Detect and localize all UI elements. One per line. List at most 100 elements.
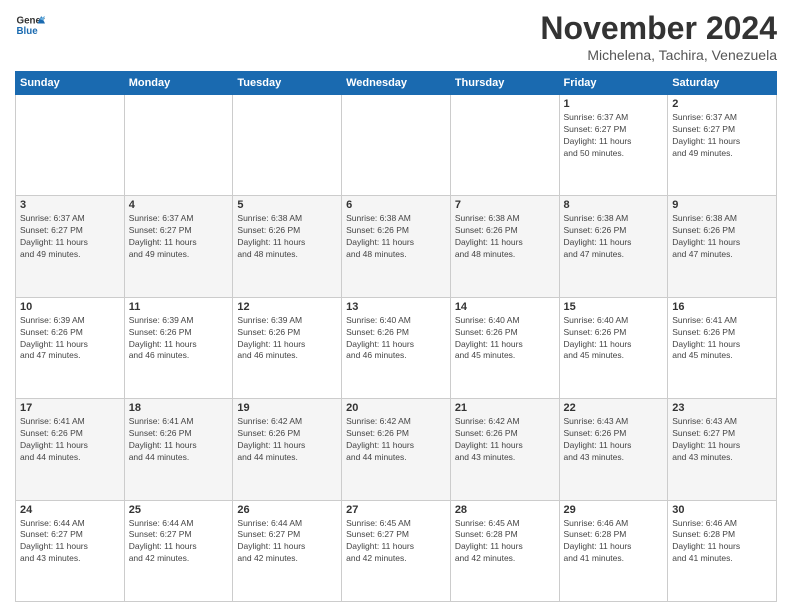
calendar-cell: 22Sunrise: 6:43 AM Sunset: 6:26 PM Dayli… [559,399,668,500]
calendar-row-2: 10 Sunrise: 6:39 AM Sunset: 6:26 PM Dayli… [16,297,777,398]
day-info: Sunrise: 6:38 AM Sunset: 6:26 PM Dayligh… [564,213,664,261]
calendar-cell: 10 Sunrise: 6:39 AM Sunset: 6:26 PM Dayli… [16,297,125,398]
day-number: 28 [455,504,555,516]
day-info: Sunrise: 6:42 AM Sunset: 6:26 PM Dayligh… [346,416,446,464]
calendar-cell: 28 Sunrise: 6:45 AM Sunset: 6:28 PM Dayli… [450,500,559,601]
calendar-cell: 23 Sunrise: 6:43 AM Sunset: 6:27 PM Dayli… [668,399,777,500]
calendar-cell: 30 Sunrise: 6:46 AM Sunset: 6:28 PM Dayli… [668,500,777,601]
day-info: Sunrise: 6:44 AM Sunset: 6:27 PM Dayligh… [20,518,120,566]
day-number: 12 [237,301,337,313]
day-info: Sunrise: 6:43 AM Sunset: 6:27 PM Dayligh… [672,416,772,464]
col-saturday: Saturday [668,72,777,95]
col-tuesday: Tuesday [233,72,342,95]
day-number: 8 [564,199,664,211]
day-number: 11 [129,301,229,313]
calendar-cell: 7 Sunrise: 6:38 AM Sunset: 6:26 PM Daylig… [450,196,559,297]
day-info: Sunrise: 6:43 AM Sunset: 6:26 PM Dayligh… [564,416,664,464]
calendar-cell: 12 Sunrise: 6:39 AM Sunset: 6:26 PM Dayli… [233,297,342,398]
calendar-cell: 25 Sunrise: 6:44 AM Sunset: 6:27 PM Dayli… [124,500,233,601]
calendar-table: Sunday Monday Tuesday Wednesday Thursday… [15,71,777,602]
day-number: 2 [672,98,772,110]
day-info: Sunrise: 6:41 AM Sunset: 6:26 PM Dayligh… [129,416,229,464]
day-number: 5 [237,199,337,211]
day-info: Sunrise: 6:38 AM Sunset: 6:26 PM Dayligh… [455,213,555,261]
day-info: Sunrise: 6:40 AM Sunset: 6:26 PM Dayligh… [346,315,446,363]
calendar-cell: 13 Sunrise: 6:40 AM Sunset: 6:26 PM Dayli… [342,297,451,398]
day-number: 26 [237,504,337,516]
day-info: Sunrise: 6:41 AM Sunset: 6:26 PM Dayligh… [672,315,772,363]
calendar-cell: 16 Sunrise: 6:41 AM Sunset: 6:26 PM Dayli… [668,297,777,398]
day-number: 6 [346,199,446,211]
day-number: 30 [672,504,772,516]
day-number: 17 [20,402,120,414]
day-info: Sunrise: 6:38 AM Sunset: 6:26 PM Dayligh… [346,213,446,261]
calendar-cell [233,95,342,196]
day-info: Sunrise: 6:44 AM Sunset: 6:27 PM Dayligh… [237,518,337,566]
day-info: Sunrise: 6:37 AM Sunset: 6:27 PM Dayligh… [20,213,120,261]
day-number: 16 [672,301,772,313]
day-number: 19 [237,402,337,414]
day-number: 9 [672,199,772,211]
calendar-cell: 21Sunrise: 6:42 AM Sunset: 6:26 PM Dayli… [450,399,559,500]
day-info: Sunrise: 6:38 AM Sunset: 6:26 PM Dayligh… [672,213,772,261]
calendar-row-3: 17 Sunrise: 6:41 AM Sunset: 6:26 PM Dayli… [16,399,777,500]
day-info: Sunrise: 6:37 AM Sunset: 6:27 PM Dayligh… [129,213,229,261]
day-info: Sunrise: 6:39 AM Sunset: 6:26 PM Dayligh… [20,315,120,363]
calendar-cell [342,95,451,196]
calendar-row-0: 1 Sunrise: 6:37 AM Sunset: 6:27 PM Daylig… [16,95,777,196]
day-number: 27 [346,504,446,516]
calendar-cell: 3Sunrise: 6:37 AM Sunset: 6:27 PM Daylig… [16,196,125,297]
col-monday: Monday [124,72,233,95]
day-number: 18 [129,402,229,414]
calendar-cell: 29Sunrise: 6:46 AM Sunset: 6:28 PM Dayli… [559,500,668,601]
day-number: 23 [672,402,772,414]
calendar-cell: 17 Sunrise: 6:41 AM Sunset: 6:26 PM Dayli… [16,399,125,500]
day-info: Sunrise: 6:44 AM Sunset: 6:27 PM Dayligh… [129,518,229,566]
calendar-cell: 26 Sunrise: 6:44 AM Sunset: 6:27 PM Dayli… [233,500,342,601]
calendar-cell: 6 Sunrise: 6:38 AM Sunset: 6:26 PM Daylig… [342,196,451,297]
calendar-row-1: 3Sunrise: 6:37 AM Sunset: 6:27 PM Daylig… [16,196,777,297]
day-info: Sunrise: 6:38 AM Sunset: 6:26 PM Dayligh… [237,213,337,261]
col-wednesday: Wednesday [342,72,451,95]
title-block: November 2024 Michelena, Tachira, Venezu… [540,10,777,63]
day-info: Sunrise: 6:45 AM Sunset: 6:27 PM Dayligh… [346,518,446,566]
day-info: Sunrise: 6:40 AM Sunset: 6:26 PM Dayligh… [455,315,555,363]
calendar-cell [16,95,125,196]
day-number: 25 [129,504,229,516]
calendar-cell: 9 Sunrise: 6:38 AM Sunset: 6:26 PM Daylig… [668,196,777,297]
calendar-cell [124,95,233,196]
day-number: 20 [346,402,446,414]
calendar-cell: 14Sunrise: 6:40 AM Sunset: 6:26 PM Dayli… [450,297,559,398]
header-row: Sunday Monday Tuesday Wednesday Thursday… [16,72,777,95]
calendar-row-4: 24Sunrise: 6:44 AM Sunset: 6:27 PM Dayli… [16,500,777,601]
calendar-cell: 27 Sunrise: 6:45 AM Sunset: 6:27 PM Dayli… [342,500,451,601]
header: General Blue November 2024 Michelena, Ta… [15,10,777,63]
day-number: 15 [564,301,664,313]
calendar-cell: 19Sunrise: 6:42 AM Sunset: 6:26 PM Dayli… [233,399,342,500]
day-info: Sunrise: 6:37 AM Sunset: 6:27 PM Dayligh… [564,112,664,160]
calendar-cell: 8 Sunrise: 6:38 AM Sunset: 6:26 PM Daylig… [559,196,668,297]
col-sunday: Sunday [16,72,125,95]
location-title: Michelena, Tachira, Venezuela [540,47,777,63]
calendar-cell: 2Sunrise: 6:37 AM Sunset: 6:27 PM Daylig… [668,95,777,196]
day-info: Sunrise: 6:40 AM Sunset: 6:26 PM Dayligh… [564,315,664,363]
day-number: 29 [564,504,664,516]
day-info: Sunrise: 6:41 AM Sunset: 6:26 PM Dayligh… [20,416,120,464]
logo: General Blue [15,10,45,40]
day-number: 21 [455,402,555,414]
day-number: 7 [455,199,555,211]
day-info: Sunrise: 6:39 AM Sunset: 6:26 PM Dayligh… [237,315,337,363]
calendar-cell: 5 Sunrise: 6:38 AM Sunset: 6:26 PM Daylig… [233,196,342,297]
day-info: Sunrise: 6:45 AM Sunset: 6:28 PM Dayligh… [455,518,555,566]
day-number: 13 [346,301,446,313]
day-info: Sunrise: 6:46 AM Sunset: 6:28 PM Dayligh… [672,518,772,566]
day-number: 10 [20,301,120,313]
page: General Blue November 2024 Michelena, Ta… [0,0,792,612]
day-number: 1 [564,98,664,110]
logo-icon: General Blue [15,10,45,40]
svg-text:Blue: Blue [17,26,39,37]
calendar-cell: 20 Sunrise: 6:42 AM Sunset: 6:26 PM Dayli… [342,399,451,500]
col-thursday: Thursday [450,72,559,95]
day-info: Sunrise: 6:39 AM Sunset: 6:26 PM Dayligh… [129,315,229,363]
calendar-cell: 24Sunrise: 6:44 AM Sunset: 6:27 PM Dayli… [16,500,125,601]
